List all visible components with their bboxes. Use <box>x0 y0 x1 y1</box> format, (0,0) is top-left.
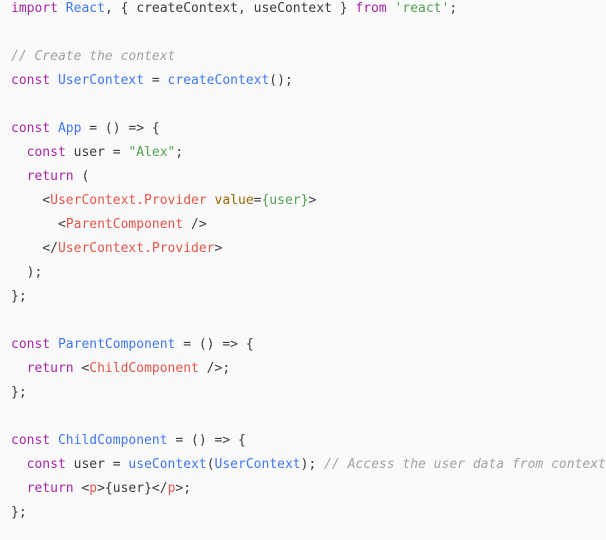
code-token: (); <box>269 73 293 88</box>
code-token: useContext <box>128 457 207 472</box>
code-token: const <box>11 73 51 88</box>
code-token: return <box>26 481 74 496</box>
code-line: import React, { createContext, useContex… <box>11 0 606 21</box>
code-token: />; <box>198 361 231 376</box>
code-token: , { createContext, useContext } <box>104 1 356 16</box>
code-line: const user = "Alex"; <box>11 141 606 165</box>
code-line: return <ChildComponent />; <box>11 357 606 381</box>
code-token: = () => { <box>175 337 254 352</box>
code-token: ); <box>300 457 325 472</box>
code-token: App <box>57 121 82 136</box>
code-token: const <box>26 145 66 160</box>
code-token: return <box>26 169 74 184</box>
code-token: "Alex" <box>128 145 176 160</box>
code-token: }; <box>11 505 27 520</box>
code-line: return <p>{user}</p>; <box>11 477 606 501</box>
code-token: > <box>308 193 317 208</box>
code-token: >; <box>175 481 192 496</box>
code-token: const <box>11 121 51 136</box>
code-line: const ParentComponent = () => { <box>11 333 606 357</box>
code-token: = () => { <box>167 433 246 448</box>
code-token: return <box>26 361 74 376</box>
code-block: import React, { createContext, useContex… <box>0 0 606 525</box>
code-token: {user} <box>261 193 309 208</box>
code-line: }; <box>11 285 606 309</box>
code-line: const ChildComponent = () => { <box>11 429 606 453</box>
code-token: ( <box>73 169 90 184</box>
code-line: </UserContext.Provider> <box>11 237 606 261</box>
code-token: 'react' <box>394 1 450 16</box>
code-token: from <box>355 1 387 16</box>
code-token: user = <box>65 145 129 160</box>
code-token: UserContext.Provider <box>50 193 207 208</box>
code-token: ; <box>449 1 458 16</box>
code-token: ); <box>11 265 43 280</box>
code-line: const user = useContext(UserContext); //… <box>11 453 606 477</box>
code-token: }; <box>11 385 27 400</box>
code-token: React <box>65 1 105 16</box>
code-token: ChildComponent <box>57 433 168 448</box>
code-token: }; <box>11 289 27 304</box>
code-token: > <box>214 241 223 256</box>
code-token: >{user}</ <box>97 481 168 496</box>
code-line: }; <box>11 381 606 405</box>
code-token: createContext <box>167 73 270 88</box>
code-token: // Create the context <box>11 49 176 64</box>
code-token: ( <box>206 457 215 472</box>
code-token: UserContext.Provider <box>57 241 215 256</box>
code-token: ParentComponent <box>65 217 184 232</box>
code-token: import <box>11 1 58 16</box>
code-token: const <box>26 457 66 472</box>
code-line: <UserContext.Provider value={user}> <box>11 189 606 213</box>
code-token: UserContext <box>57 73 145 88</box>
code-token: user = <box>65 457 129 472</box>
code-token: = <box>144 73 168 88</box>
code-line: // Create the context <box>11 45 606 69</box>
code-token: ; <box>175 145 184 160</box>
code-token: < <box>11 193 51 208</box>
code-line: const App = () => { <box>11 117 606 141</box>
code-line: <ParentComponent /> <box>11 213 606 237</box>
code-line: }; <box>11 501 606 525</box>
code-token: ParentComponent <box>57 337 176 352</box>
code-token: UserContext <box>214 457 301 472</box>
code-token: = () => { <box>81 121 160 136</box>
code-line: return ( <box>11 165 606 189</box>
code-token: const <box>11 433 51 448</box>
code-line: const UserContext = createContext(); <box>11 69 606 93</box>
code-token: /> <box>183 217 207 232</box>
code-token: < <box>73 361 90 376</box>
code-token: p <box>89 481 98 496</box>
code-token: const <box>11 337 51 352</box>
code-token: // Access the user data from context <box>324 457 606 472</box>
code-token: </ <box>11 241 58 256</box>
code-token: < <box>73 481 90 496</box>
code-token: value <box>214 193 254 208</box>
code-line: ); <box>11 261 606 285</box>
code-token: ChildComponent <box>89 361 199 376</box>
code-token: < <box>11 217 66 232</box>
